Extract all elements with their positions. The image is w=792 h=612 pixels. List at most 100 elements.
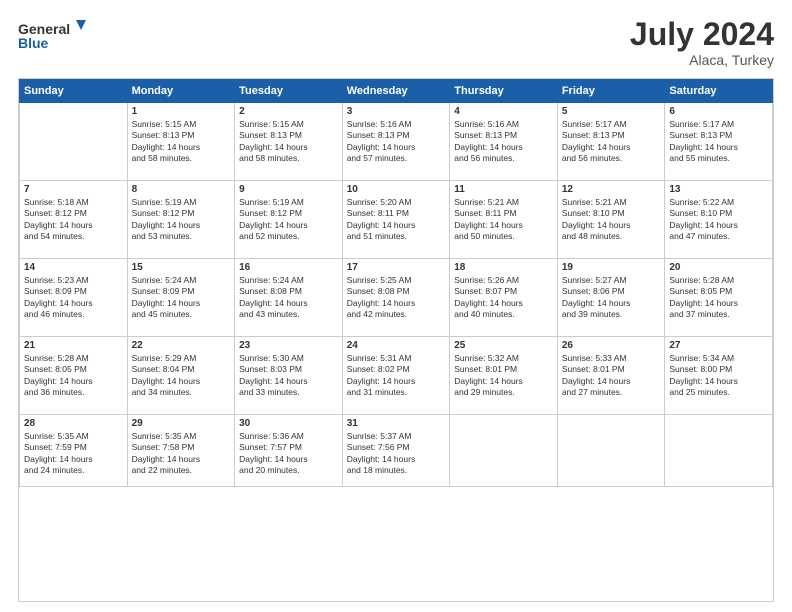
calendar-cell: 1 Sunrise: 5:15 AM Sunset: 8:13 PM Daylig… [127, 103, 235, 181]
col-saturday: Saturday [665, 80, 773, 103]
calendar-cell: 3 Sunrise: 5:16 AM Sunset: 8:13 PM Daylig… [342, 103, 450, 181]
day-info: Sunrise: 5:31 AM Sunset: 8:02 PM Dayligh… [347, 353, 446, 399]
day-info: Sunrise: 5:27 AM Sunset: 8:06 PM Dayligh… [562, 275, 661, 321]
day-info: Sunrise: 5:28 AM Sunset: 8:05 PM Dayligh… [669, 275, 768, 321]
calendar-cell: 9Sunrise: 5:19 AM Sunset: 8:12 PM Daylig… [235, 181, 343, 259]
day-info: Sunrise: 5:21 AM Sunset: 8:10 PM Dayligh… [562, 197, 661, 243]
day-info: Sunrise: 5:24 AM Sunset: 8:09 PM Dayligh… [132, 275, 231, 321]
day-number: 15 [132, 262, 231, 273]
day-number: 7 [24, 184, 123, 195]
day-info: Sunrise: 5:18 AM Sunset: 8:12 PM Dayligh… [24, 197, 123, 243]
calendar-cell: 30Sunrise: 5:36 AM Sunset: 7:57 PM Dayli… [235, 415, 343, 487]
calendar-cell: 8Sunrise: 5:19 AM Sunset: 8:12 PM Daylig… [127, 181, 235, 259]
day-info: Sunrise: 5:28 AM Sunset: 8:05 PM Dayligh… [24, 353, 123, 399]
calendar-cell: 21 Sunrise: 5:28 AM Sunset: 8:05 PM Dayli… [20, 337, 128, 415]
day-number: 1 [132, 106, 231, 117]
calendar-cell: 27 Sunrise: 5:34 AM Sunset: 8:00 PM Dayli… [665, 337, 773, 415]
header: General Blue July 2024 Alaca, Turkey [18, 18, 774, 68]
day-number: 16 [239, 262, 338, 273]
subtitle: Alaca, Turkey [630, 52, 774, 68]
day-number: 11 [454, 184, 553, 195]
day-info: Sunrise: 5:15 AM Sunset: 8:13 PM Dayligh… [239, 119, 338, 165]
calendar-week-5: 28 Sunrise: 5:35 AM Sunset: 7:59 PM Dayli… [20, 415, 773, 487]
day-number: 31 [347, 418, 446, 429]
day-number: 21 [24, 340, 123, 351]
day-number: 27 [669, 340, 768, 351]
day-number: 14 [24, 262, 123, 273]
calendar-cell: 22 Sunrise: 5:29 AM Sunset: 8:04 PM Dayli… [127, 337, 235, 415]
day-info: Sunrise: 5:35 AM Sunset: 7:59 PM Dayligh… [24, 431, 123, 477]
day-number: 19 [562, 262, 661, 273]
calendar-cell: 20 Sunrise: 5:28 AM Sunset: 8:05 PM Dayli… [665, 259, 773, 337]
day-number: 30 [239, 418, 338, 429]
day-number: 26 [562, 340, 661, 351]
main-title: July 2024 [630, 18, 774, 50]
calendar-cell: 14 Sunrise: 5:23 AM Sunset: 8:09 PM Dayli… [20, 259, 128, 337]
calendar-cell: 31 Sunrise: 5:37 AM Sunset: 7:56 PM Dayli… [342, 415, 450, 487]
calendar-cell: 28 Sunrise: 5:35 AM Sunset: 7:59 PM Dayli… [20, 415, 128, 487]
col-tuesday: Tuesday [235, 80, 343, 103]
day-number: 22 [132, 340, 231, 351]
day-number: 10 [347, 184, 446, 195]
day-info: Sunrise: 5:23 AM Sunset: 8:09 PM Dayligh… [24, 275, 123, 321]
day-info: Sunrise: 5:24 AM Sunset: 8:08 PM Dayligh… [239, 275, 338, 321]
calendar-cell: 23 Sunrise: 5:30 AM Sunset: 8:03 PM Dayli… [235, 337, 343, 415]
day-info: Sunrise: 5:35 AM Sunset: 7:58 PM Dayligh… [132, 431, 231, 477]
calendar-cell: 5 Sunrise: 5:17 AM Sunset: 8:13 PM Daylig… [557, 103, 665, 181]
day-info: Sunrise: 5:34 AM Sunset: 8:00 PM Dayligh… [669, 353, 768, 399]
calendar-cell: 17Sunrise: 5:25 AM Sunset: 8:08 PM Dayli… [342, 259, 450, 337]
day-number: 20 [669, 262, 768, 273]
day-number: 4 [454, 106, 553, 117]
day-info: Sunrise: 5:26 AM Sunset: 8:07 PM Dayligh… [454, 275, 553, 321]
calendar-cell: 6 Sunrise: 5:17 AM Sunset: 8:13 PM Daylig… [665, 103, 773, 181]
calendar-cell: 15 Sunrise: 5:24 AM Sunset: 8:09 PM Dayli… [127, 259, 235, 337]
day-info: Sunrise: 5:32 AM Sunset: 8:01 PM Dayligh… [454, 353, 553, 399]
calendar: Sunday Monday Tuesday Wednesday Thursday… [18, 78, 774, 602]
day-number: 9 [239, 184, 338, 195]
day-number: 17 [347, 262, 446, 273]
svg-text:Blue: Blue [18, 35, 49, 51]
day-number: 28 [24, 418, 123, 429]
day-number: 6 [669, 106, 768, 117]
day-number: 23 [239, 340, 338, 351]
calendar-cell: 13Sunrise: 5:22 AM Sunset: 8:10 PM Dayli… [665, 181, 773, 259]
day-number: 5 [562, 106, 661, 117]
day-info: Sunrise: 5:33 AM Sunset: 8:01 PM Dayligh… [562, 353, 661, 399]
calendar-week-1: 1 Sunrise: 5:15 AM Sunset: 8:13 PM Daylig… [20, 103, 773, 181]
calendar-cell [557, 415, 665, 487]
day-info: Sunrise: 5:22 AM Sunset: 8:10 PM Dayligh… [669, 197, 768, 243]
calendar-cell: 24 Sunrise: 5:31 AM Sunset: 8:02 PM Dayli… [342, 337, 450, 415]
calendar-cell [665, 415, 773, 487]
calendar-cell: 2Sunrise: 5:15 AM Sunset: 8:13 PM Daylig… [235, 103, 343, 181]
day-info: Sunrise: 5:17 AM Sunset: 8:13 PM Dayligh… [562, 119, 661, 165]
calendar-week-4: 21 Sunrise: 5:28 AM Sunset: 8:05 PM Dayli… [20, 337, 773, 415]
calendar-cell: 19 Sunrise: 5:27 AM Sunset: 8:06 PM Dayli… [557, 259, 665, 337]
calendar-cell: 12 Sunrise: 5:21 AM Sunset: 8:10 PM Dayli… [557, 181, 665, 259]
day-info: Sunrise: 5:20 AM Sunset: 8:11 PM Dayligh… [347, 197, 446, 243]
day-number: 12 [562, 184, 661, 195]
col-wednesday: Wednesday [342, 80, 450, 103]
calendar-cell [450, 415, 558, 487]
day-number: 24 [347, 340, 446, 351]
calendar-cell: 4Sunrise: 5:16 AM Sunset: 8:13 PM Daylig… [450, 103, 558, 181]
calendar-cell: 11Sunrise: 5:21 AM Sunset: 8:11 PM Dayli… [450, 181, 558, 259]
day-number: 8 [132, 184, 231, 195]
col-thursday: Thursday [450, 80, 558, 103]
day-number: 3 [347, 106, 446, 117]
day-info: Sunrise: 5:37 AM Sunset: 7:56 PM Dayligh… [347, 431, 446, 477]
calendar-cell [20, 103, 128, 181]
title-block: July 2024 Alaca, Turkey [630, 18, 774, 68]
calendar-cell: 10 Sunrise: 5:20 AM Sunset: 8:11 PM Dayli… [342, 181, 450, 259]
day-info: Sunrise: 5:29 AM Sunset: 8:04 PM Dayligh… [132, 353, 231, 399]
calendar-cell: 7 Sunrise: 5:18 AM Sunset: 8:12 PM Daylig… [20, 181, 128, 259]
header-row: Sunday Monday Tuesday Wednesday Thursday… [20, 80, 773, 103]
calendar-week-3: 14 Sunrise: 5:23 AM Sunset: 8:09 PM Dayli… [20, 259, 773, 337]
col-sunday: Sunday [20, 80, 128, 103]
day-info: Sunrise: 5:30 AM Sunset: 8:03 PM Dayligh… [239, 353, 338, 399]
day-info: Sunrise: 5:16 AM Sunset: 8:13 PM Dayligh… [347, 119, 446, 165]
calendar-table: Sunday Monday Tuesday Wednesday Thursday… [19, 79, 773, 487]
logo: General Blue [18, 18, 88, 56]
day-number: 25 [454, 340, 553, 351]
day-info: Sunrise: 5:15 AM Sunset: 8:13 PM Dayligh… [132, 119, 231, 165]
day-info: Sunrise: 5:17 AM Sunset: 8:13 PM Dayligh… [669, 119, 768, 165]
